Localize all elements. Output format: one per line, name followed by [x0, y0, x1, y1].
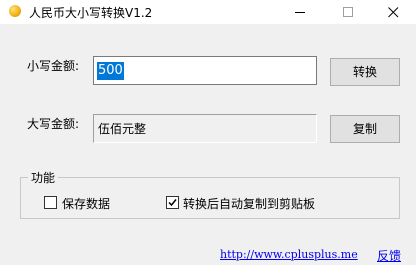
save-data-checkbox[interactable] [44, 196, 57, 209]
checkmark-icon [168, 199, 177, 207]
window-title: 人民币大小写转换V1.2 [29, 6, 153, 20]
maximize-button[interactable] [326, 0, 371, 24]
convert-button[interactable]: 转换 [330, 58, 400, 86]
close-button[interactable] [371, 0, 416, 24]
copy-button[interactable]: 复制 [330, 115, 400, 143]
big-amount-label: 大写金额: [27, 117, 80, 131]
website-link[interactable]: http://www.cplusplus.me [220, 248, 358, 261]
close-icon [388, 7, 399, 18]
small-amount-value[interactable]: 500 [97, 62, 124, 80]
save-data-label[interactable]: 保存数据 [62, 195, 110, 212]
maximize-icon [343, 7, 353, 17]
feedback-link[interactable]: 反馈 [377, 247, 401, 264]
app-window: 人民币大小写转换V1.2 小写金额: 500 转换 大写金额: 伍佰元整 复制 … [0, 0, 416, 265]
big-amount-field[interactable]: 伍佰元整 [93, 114, 317, 143]
auto-copy-checkbox[interactable] [166, 196, 179, 209]
coin-icon [9, 5, 21, 17]
features-group-title: 功能 [28, 169, 59, 186]
title-bar[interactable]: 人民币大小写转换V1.2 [0, 0, 416, 24]
auto-copy-label[interactable]: 转换后自动复制到剪贴板 [183, 195, 315, 212]
minimize-icon [295, 12, 305, 13]
small-amount-input[interactable]: 500 [93, 56, 317, 85]
small-amount-label: 小写金额: [27, 59, 80, 73]
minimize-button[interactable] [278, 0, 323, 24]
big-amount-value: 伍佰元整 [98, 122, 147, 136]
